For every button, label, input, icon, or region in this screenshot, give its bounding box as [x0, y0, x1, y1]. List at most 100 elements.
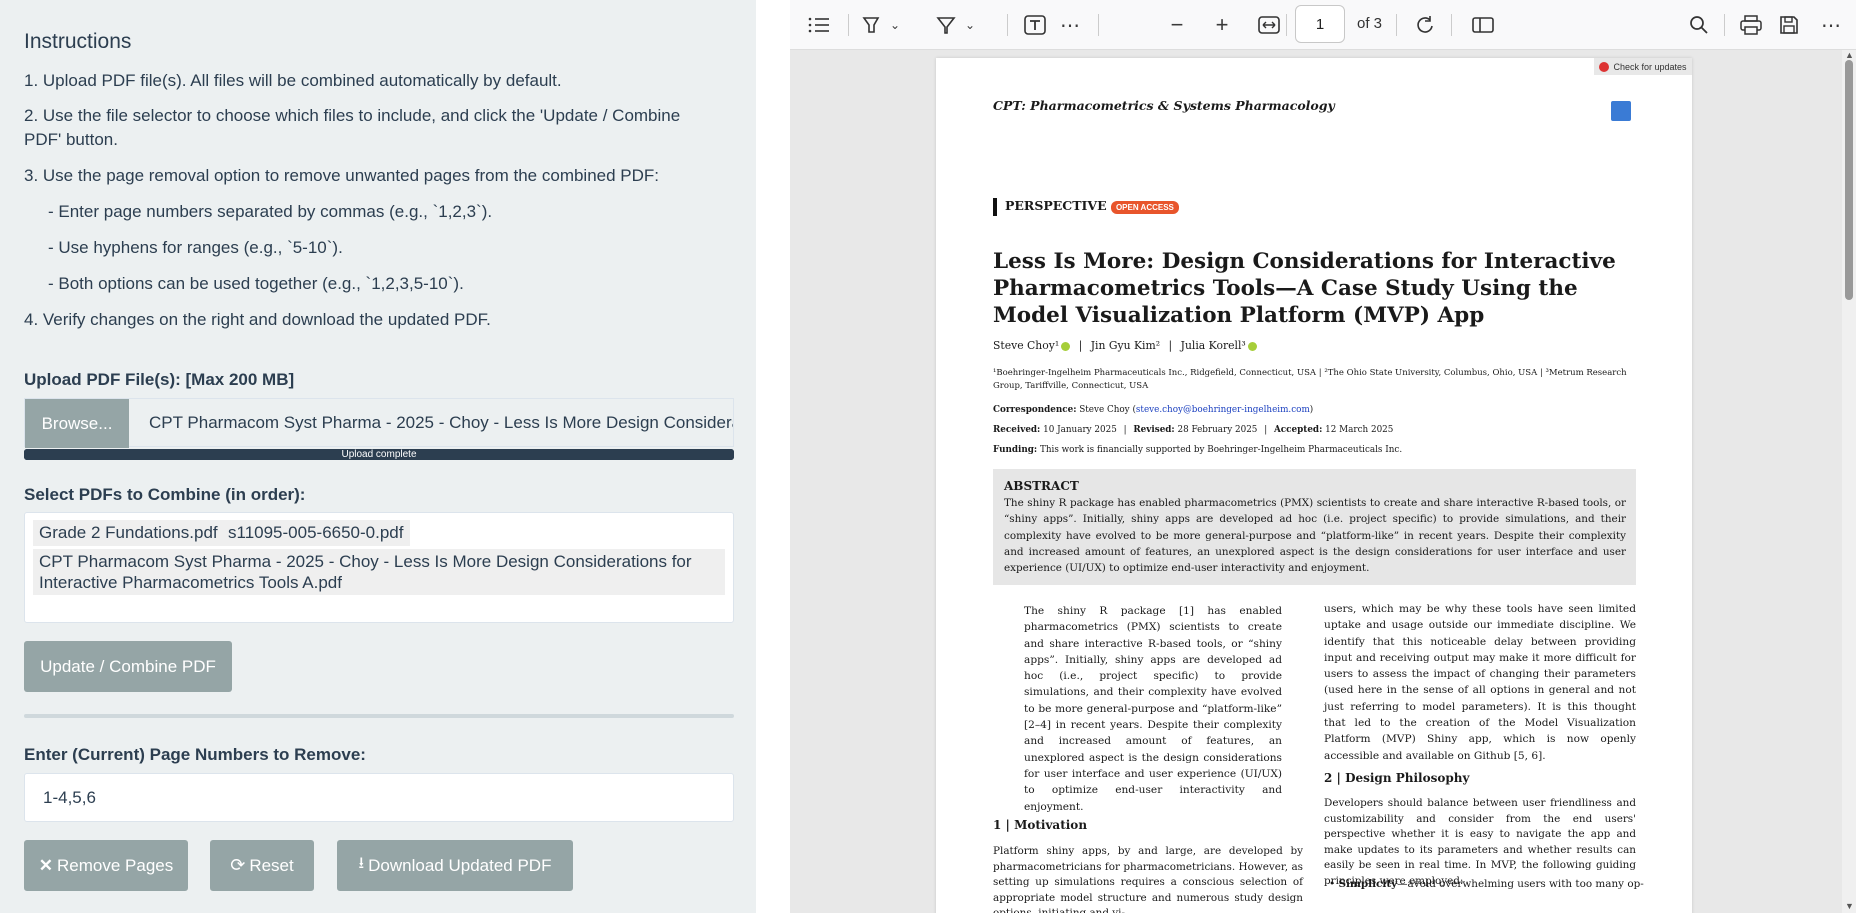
page-number-input[interactable]: 1	[1295, 5, 1345, 43]
author-list: Steve Choy¹ | Jin Gyu Kim² | Julia Korel…	[993, 339, 1257, 352]
update-combine-button[interactable]: Update / Combine PDF	[24, 641, 232, 692]
crossmark-icon	[1599, 61, 1610, 72]
download-label-text: Download Updated PDF	[368, 855, 552, 875]
rotate-icon[interactable]	[1412, 12, 1438, 38]
publisher-logo-icon	[1611, 101, 1631, 121]
orcid-icon	[1247, 341, 1257, 351]
two-page-icon[interactable]	[1470, 12, 1496, 38]
open-access-badge: OPEN ACCESS	[1110, 201, 1179, 214]
pdf-select-input[interactable]: Grade 2 Fundations.pdf s11095-005-6650-0…	[24, 512, 734, 623]
article-title: Less Is More: Design Considerations for …	[993, 249, 1616, 328]
correspondence-close: )	[1309, 405, 1314, 415]
instruction-step-3: 3. Use the page removal option to remove…	[24, 166, 660, 185]
draw-icon[interactable]	[933, 12, 959, 38]
upload-progress-bar: Upload complete	[24, 449, 734, 460]
scroll-down-arrow[interactable]: ▼	[1845, 901, 1854, 911]
author-name: Jin Gyu Kim²	[1090, 339, 1161, 352]
toolbar-separator	[1098, 14, 1099, 36]
dates-line: Received: 10 January 2025 | Revised: 28 …	[993, 425, 1394, 435]
instruction-substep-3: - Both options can be used together (e.g…	[48, 274, 464, 293]
zoom-out-icon[interactable]: −	[1164, 12, 1190, 38]
funding-label: Funding:	[993, 445, 1038, 455]
remove-pages-label-text: Remove Pages	[57, 855, 174, 875]
outline-icon[interactable]	[806, 12, 832, 38]
text-icon[interactable]	[1022, 12, 1048, 38]
correspondence-line: Correspondence: Steve Choy (steve.choy@b…	[993, 405, 1313, 415]
selected-file-chip[interactable]: s11095-005-6650-0.pdf	[222, 520, 410, 546]
instruction-step-2: 2. Use the file selector to choose which…	[24, 106, 681, 149]
remove-pages-label: Enter (Current) Page Numbers to Remove:	[24, 745, 366, 764]
abstract-text: The shiny R package has enabled pharmaco…	[1004, 497, 1626, 575]
scroll-up-arrow[interactable]: ▲	[1845, 50, 1854, 60]
toolbar-separator	[1007, 14, 1008, 36]
toolbar-separator	[1286, 14, 1287, 36]
browse-button[interactable]: Browse...	[25, 399, 129, 448]
download-updated-pdf-button[interactable]: ⭳ Download Updated PDF	[337, 840, 573, 891]
section-1-text: Platform shiny apps, by and large, are d…	[993, 845, 1303, 913]
reset-button[interactable]: ⟳ Reset	[210, 840, 314, 891]
upload-progress-text: Upload complete	[341, 449, 417, 460]
toolbar-separator	[848, 14, 849, 36]
menu-icon[interactable]: ⋯	[1818, 12, 1844, 38]
accepted-date: 12 March 2025	[1325, 425, 1394, 435]
file-name-display: CPT Pharmacom Syst Pharma - 2025 - Choy …	[129, 399, 733, 446]
section-2-text: Developers should balance between user f…	[1324, 797, 1636, 887]
received-date: 10 January 2025	[1043, 425, 1117, 435]
toolbar-separator	[1396, 14, 1397, 36]
save-icon[interactable]	[1776, 12, 1802, 38]
orcid-icon	[1061, 341, 1071, 351]
instruction-step-1: 1. Upload PDF file(s). All files will be…	[24, 71, 562, 90]
remove-pages-button[interactable]: ✕ Remove Pages	[24, 840, 188, 891]
sidebar-panel: Instructions 1. Upload PDF file(s). All …	[0, 0, 756, 913]
bullet-item: • Simplicity—avoid overwhelming users wi…	[1329, 878, 1644, 890]
pdf-page: Check for updates CPT: Pharmacometrics &…	[936, 58, 1692, 913]
right-column-text: users, which may be why these tools have…	[1324, 603, 1636, 762]
chevron-down-icon[interactable]: ⌄	[957, 12, 983, 38]
section-2-heading: 2 | Design Philosophy	[1324, 771, 1470, 785]
highlight-icon[interactable]	[858, 12, 884, 38]
toolbar-separator	[1451, 14, 1452, 36]
selected-file-chip[interactable]: CPT Pharmacom Syst Pharma - 2025 - Choy …	[33, 549, 725, 595]
revised-label: Revised:	[1133, 425, 1175, 435]
funding-line: Funding: This work is financially suppor…	[993, 445, 1402, 455]
section-1-heading: 1 | Motivation	[993, 818, 1088, 832]
instruction-substep-2: - Use hyphens for ranges (e.g., `5-10`).	[48, 238, 343, 257]
article-section: PERSPECTIVE OPEN ACCESS	[993, 198, 1179, 216]
divider	[24, 714, 734, 718]
correspondence-name: Steve Choy (	[1079, 405, 1136, 415]
pdf-toolbar: ⌄ ⌄ ⋯ − + 1 of 3 ⋯	[790, 0, 1856, 50]
print-icon[interactable]	[1738, 12, 1764, 38]
pdf-scrollbar[interactable]: ▲ ▼	[1842, 50, 1856, 913]
zoom-in-icon[interactable]: +	[1209, 12, 1235, 38]
page-numbers-input[interactable]: 1-4,5,6	[24, 773, 734, 822]
bullet-text: —avoid overwhelming users with too many …	[1397, 878, 1644, 890]
scrollbar-thumb[interactable]	[1845, 60, 1853, 300]
author-name: Julia Korell³	[1180, 339, 1246, 352]
page-count: of 3	[1357, 15, 1383, 32]
reset-label-text: Reset	[249, 855, 294, 875]
check-for-updates-badge[interactable]: Check for updates	[1594, 58, 1692, 75]
revised-date: 28 February 2025	[1177, 425, 1258, 435]
file-upload-group: Browse... CPT Pharmacom Syst Pharma - 20…	[24, 398, 734, 448]
toolbar-separator	[1724, 14, 1725, 36]
search-icon[interactable]	[1686, 12, 1712, 38]
correspondence-label: Correspondence:	[993, 405, 1077, 415]
chevron-down-icon[interactable]: ⌄	[882, 12, 908, 38]
author-name: Steve Choy¹	[993, 339, 1060, 352]
instructions-title: Instructions	[24, 30, 132, 53]
abstract-title: ABSTRACT	[1004, 479, 1079, 493]
upload-label: Upload PDF File(s): [Max 200 MB]	[24, 370, 295, 389]
correspondence-email[interactable]: steve.choy@boehringer-ingelheim.com	[1136, 405, 1310, 415]
selected-file-chip[interactable]: Grade 2 Fundations.pdf	[33, 520, 224, 546]
panel-gap	[756, 0, 790, 913]
instruction-step-4: 4. Verify changes on the right and downl…	[24, 310, 491, 329]
fit-width-icon[interactable]	[1256, 12, 1282, 38]
accepted-label: Accepted:	[1273, 425, 1323, 435]
pdf-viewer: ⌄ ⌄ ⋯ − + 1 of 3 ⋯ Check for updates CPT…	[790, 0, 1856, 913]
more-icon[interactable]: ⋯	[1057, 12, 1083, 38]
pdf-document-area: Check for updates CPT: Pharmacometrics &…	[790, 50, 1856, 913]
abstract-box: ABSTRACT The shiny R package has enabled…	[993, 469, 1636, 585]
funding-text: This work is financially supported by Bo…	[1039, 445, 1403, 455]
bullet-term: Simplicity	[1338, 878, 1398, 890]
select-pdfs-label: Select PDFs to Combine (in order):	[24, 485, 306, 504]
